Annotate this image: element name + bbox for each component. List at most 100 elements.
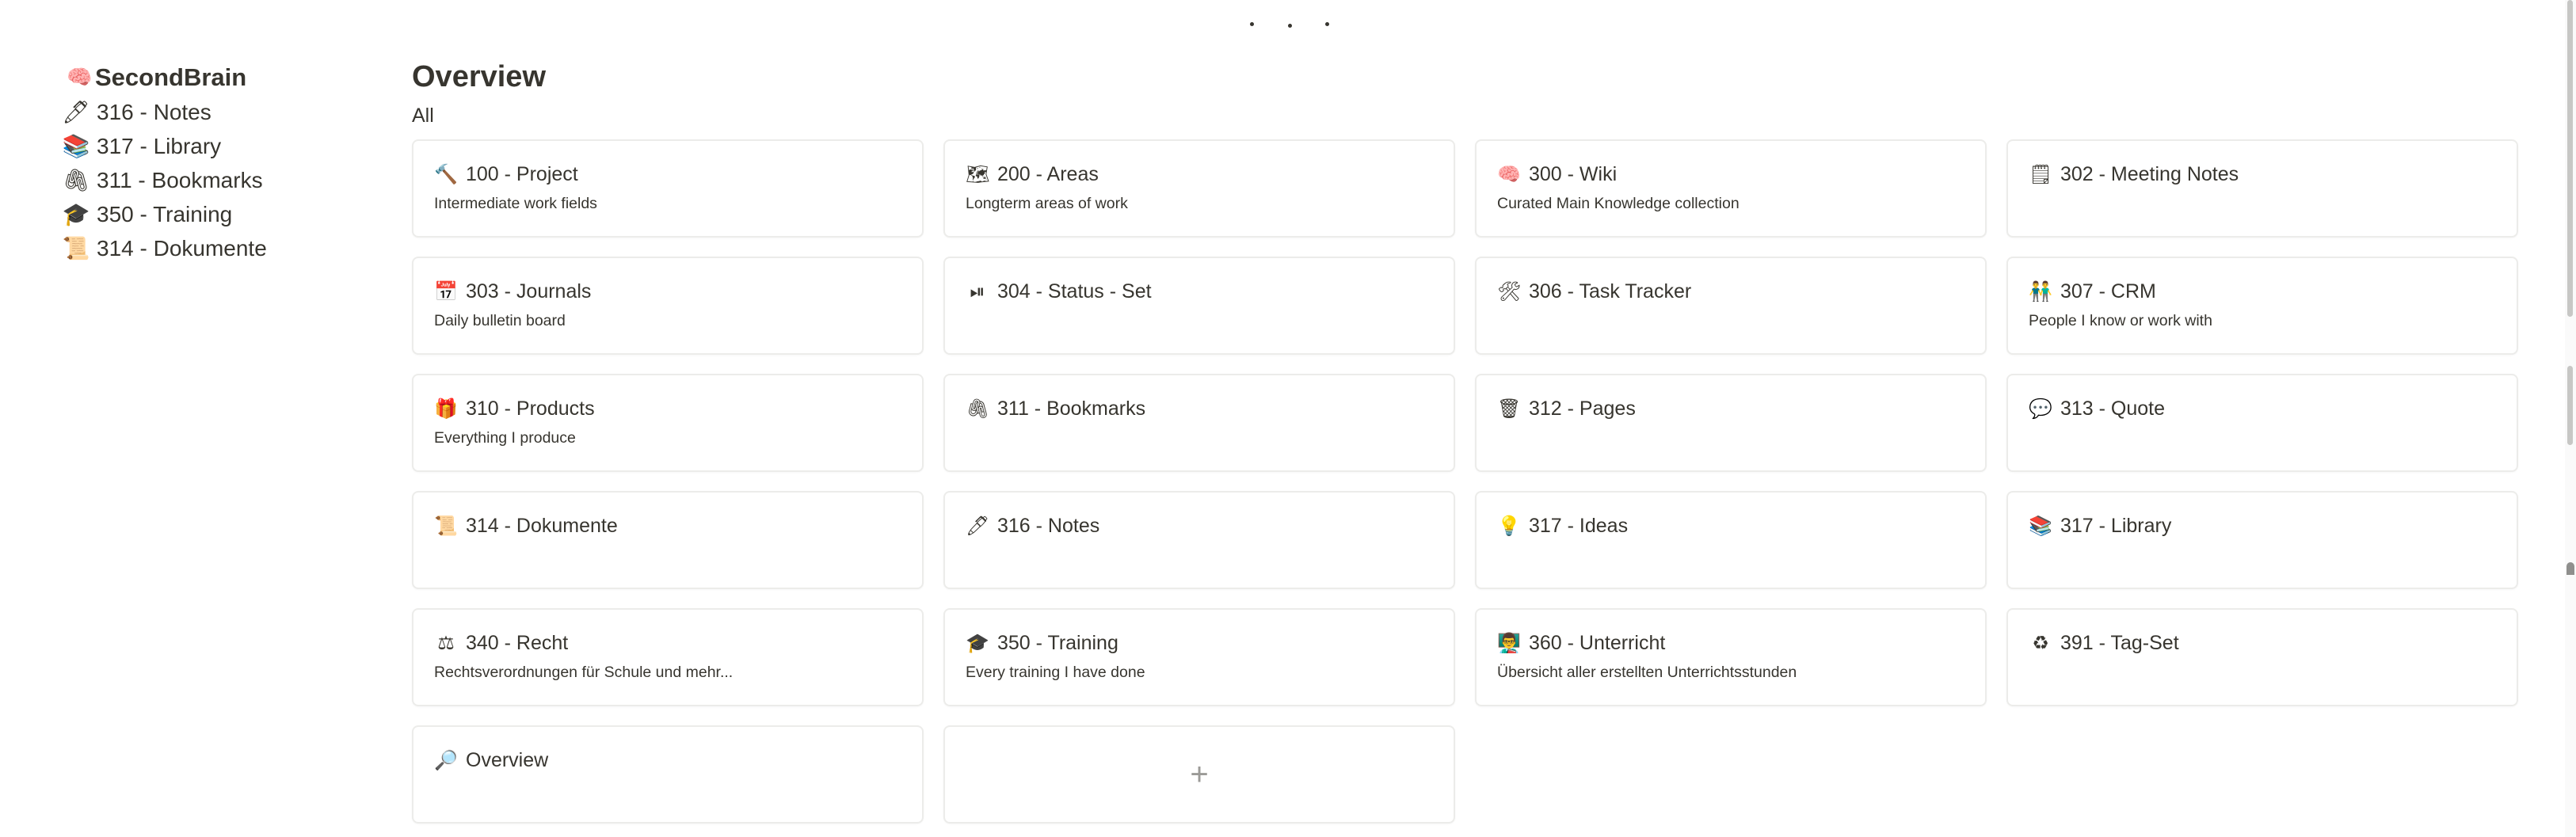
card-title: 👬 307 - CRM [2029,279,2496,304]
gallery-card[interactable]: 🎁 310 - Products Everything I produce [412,374,924,472]
gallery-card[interactable]: 🔎 Overview [412,725,924,824]
pen-icon: 🖊 [966,515,990,537]
gallery-card[interactable]: 👨‍🏫 360 - Unterricht Übersicht aller erste… [1475,608,1987,706]
card-title-label: 317 - Ideas [1529,514,1629,537]
gallery-card[interactable]: 🖇 311 - Bookmarks [943,374,1455,472]
card-subtitle: Longterm areas of work [966,195,1128,212]
notepad-icon: 🗒 [2029,163,2053,185]
gallery-grid: 🔨 100 - Project Intermediate work fields 🗺 2… [412,139,2518,824]
card-subtitle: Übersicht aller erstellten Unterrichtsst… [1497,664,1797,681]
page-title: Overview [412,60,546,93]
gallery-card[interactable]: 📜 314 - Dokumente [412,491,924,589]
view-filter-tab[interactable]: All [412,100,434,131]
card-title: ♻ 391 - Tag-Set [2029,630,2496,656]
card-title-label: 316 - Notes [997,514,1100,537]
more-options-icon[interactable] [1250,13,1329,29]
main-content: Overview All 🔨 100 - Project Intermediate … [412,55,2519,824]
scroll-icon: 📜 [434,515,458,537]
card-title: 🔨 100 - Project [434,162,901,187]
gallery-card[interactable]: 📚 317 - Library [2006,491,2518,589]
card-title: 🛠 306 - Task Tracker [1497,279,1964,304]
gallery-card[interactable]: 💬 313 - Quote [2006,374,2518,472]
magnifier-icon: 🔎 [434,749,458,771]
books-icon: 📚 [2029,515,2052,537]
sidebar-item-dokumente[interactable]: 📜 314 - Dokumente [62,231,347,265]
paperclip-icon: 🖇 [966,398,990,420]
card-subtitle: People I know or work with [2029,312,2212,329]
gallery-card[interactable]: 🛠 306 - Task Tracker [1475,257,1987,355]
sidebar-item-library[interactable]: 📚 317 - Library [62,129,347,163]
products-icon: 🎁 [434,398,458,420]
card-title-label: 300 - Wiki [1529,162,1618,185]
card-title: 🔎 Overview [434,748,901,773]
graduation-cap-icon: 🎓 [62,201,90,227]
brain-icon: 🧠 [67,66,93,89]
card-subtitle: Everything I produce [434,429,576,447]
gallery-card[interactable]: 🧠 300 - Wiki Curated Main Knowledge collec… [1475,139,1987,238]
card-title-label: Overview [466,748,549,771]
card-title-label: 306 - Task Tracker [1529,280,1692,302]
recycle-icon: ♻ [2032,632,2049,654]
sidebar: 🧠 SecondBrain 🖊 316 - Notes 📚 317 - Libr… [62,60,347,265]
scrollbar-thumb[interactable] [2567,0,2573,317]
card-title-label: 311 - Bookmarks [997,397,1146,420]
sidebar-item-bookmarks[interactable]: 🖇 311 - Bookmarks [62,163,347,197]
gallery-card[interactable]: 🗺 200 - Areas Longterm areas of work [943,139,1455,238]
gallery-card[interactable]: 👬 307 - CRM People I know or work with [2006,257,2518,355]
card-title: 🎓 350 - Training [966,630,1433,656]
scrollbar[interactable] [2565,0,2576,837]
plus-icon: + [1190,756,1209,792]
gallery-card[interactable]: ⚖ 340 - Recht Rechtsverordnungen für Schul… [412,608,924,706]
sidebar-title[interactable]: 🧠 SecondBrain [67,60,347,95]
card-title-label: 340 - Recht [466,631,569,654]
card-title-label: 360 - Unterricht [1529,631,1666,654]
lightbulb-icon: 💡 [1497,515,1521,537]
pen-icon: 🖊 [62,99,90,125]
card-title-label: 314 - Dokumente [466,514,618,537]
card-subtitle: Rechtsverordnungen für Schule und mehr..… [434,664,734,681]
wastebasket-icon: 🗑 [1497,398,1522,420]
gallery-card[interactable]: 🔨 100 - Project Intermediate work fields [412,139,924,238]
card-subtitle: Intermediate work fields [434,195,597,212]
gallery-card[interactable]: 📅 303 - Journals Daily bulletin board [412,257,924,355]
card-title-label: 391 - Tag-Set [2060,631,2179,654]
sidebar-item-label: 350 - Training [97,201,233,226]
card-subtitle: Every training I have done [966,664,1145,681]
sidebar-item-label: 317 - Library [97,133,222,158]
card-title-label: 350 - Training [997,631,1118,654]
gallery-card[interactable]: 🗑 312 - Pages [1475,374,1987,472]
card-title-label: 200 - Areas [997,162,1099,185]
card-title: 📅 303 - Journals [434,279,901,304]
sidebar-item-training[interactable]: 🎓 350 - Training [62,197,347,231]
people-icon: 👬 [2029,280,2052,302]
scroll-icon: 📜 [62,235,90,261]
card-title-label: 303 - Journals [466,280,592,302]
card-title-label: 302 - Meeting Notes [2060,162,2239,185]
graduation-cap-icon: 🎓 [966,632,989,654]
card-title: ⏯ 304 - Status - Set [966,279,1433,304]
gallery-card[interactable]: ⏯ 304 - Status - Set [943,257,1455,355]
card-title: 🗺 200 - Areas [966,162,1433,187]
card-title: 🖇 311 - Bookmarks [966,396,1433,421]
gallery-card[interactable]: 💡 317 - Ideas [1475,491,1987,589]
card-subtitle: Curated Main Knowledge collection [1497,195,1740,212]
scrollbar-thumb-secondary[interactable] [2567,366,2573,445]
scrollbar-handle[interactable] [2566,562,2574,575]
card-title: 📜 314 - Dokumente [434,513,901,538]
card-title: ⚖ 340 - Recht [434,630,901,656]
books-icon: 📚 [62,133,90,159]
card-title: 🗒 302 - Meeting Notes [2029,162,2496,187]
sidebar-item-notes[interactable]: 🖊 316 - Notes [62,95,347,129]
card-title: 🧠 300 - Wiki [1497,162,1964,187]
gallery-card[interactable]: ♻ 391 - Tag-Set [2006,608,2518,706]
gallery-card[interactable]: 🖊 316 - Notes [943,491,1455,589]
tools-icon: 🛠 [1497,280,1522,302]
card-subtitle: Daily bulletin board [434,312,566,329]
add-page-button[interactable]: + [943,725,1455,824]
sidebar-title-label: SecondBrain [95,63,247,91]
hammer-icon: 🔨 [434,163,458,185]
gallery-card[interactable]: 🗒 302 - Meeting Notes [2006,139,2518,238]
gallery-card[interactable]: 🎓 350 - Training Every training I have don… [943,608,1455,706]
play-pause-icon: ⏯ [970,280,985,302]
calendar-icon: 📅 [434,280,458,302]
